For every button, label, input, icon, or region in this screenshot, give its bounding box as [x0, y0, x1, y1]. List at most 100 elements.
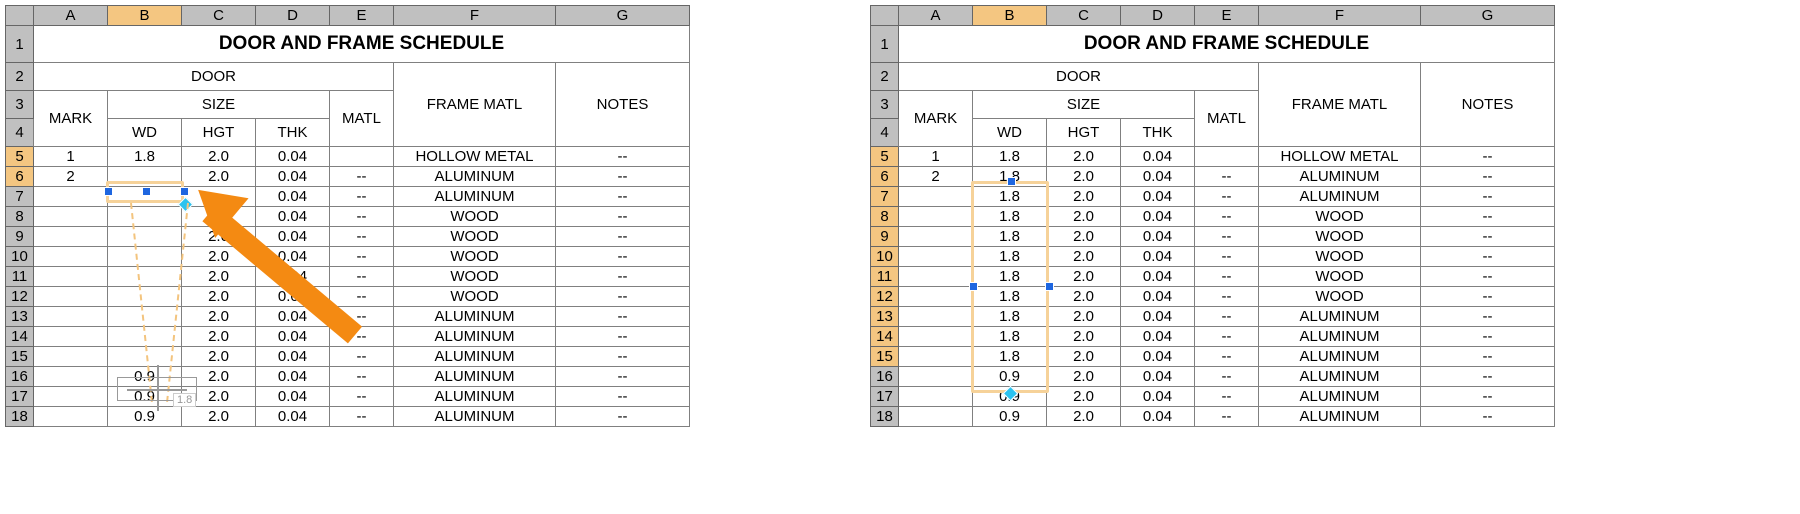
cell[interactable]: 2.0 [1047, 407, 1121, 427]
cell[interactable]: -- [1195, 207, 1259, 227]
cell[interactable]: 0.04 [256, 307, 330, 327]
cell[interactable]: 0.04 [1121, 247, 1195, 267]
cell[interactable]: 2.0 [182, 387, 256, 407]
cell[interactable]: 2.0 [1047, 227, 1121, 247]
row-header-1[interactable]: 1 [6, 26, 34, 63]
cell[interactable]: HOLLOW METAL [394, 147, 556, 167]
hgt-header[interactable]: HGT [1047, 119, 1121, 147]
cell[interactable]: 0.04 [256, 287, 330, 307]
row-header-9[interactable]: 9 [6, 227, 34, 247]
notes-header[interactable]: NOTES [556, 63, 690, 147]
matl-header[interactable]: MATL [1195, 91, 1259, 147]
cell[interactable]: 0.04 [256, 407, 330, 427]
col-header-B[interactable]: B [108, 6, 182, 26]
cell[interactable] [899, 187, 973, 207]
cell[interactable]: -- [1421, 287, 1555, 307]
col-header-A[interactable]: A [899, 6, 973, 26]
row-header-12[interactable]: 12 [6, 287, 34, 307]
cell[interactable]: WOOD [394, 207, 556, 227]
row-header-4[interactable]: 4 [871, 119, 899, 147]
cell[interactable]: 2 [34, 167, 108, 187]
col-header-E[interactable]: E [1195, 6, 1259, 26]
cell[interactable]: -- [1421, 247, 1555, 267]
row-header-5[interactable]: 5 [871, 147, 899, 167]
cell[interactable]: 0.04 [256, 347, 330, 367]
cell[interactable]: 2.0 [1047, 267, 1121, 287]
cell[interactable] [34, 267, 108, 287]
cell[interactable] [34, 307, 108, 327]
cell[interactable] [899, 227, 973, 247]
cell[interactable]: -- [1195, 227, 1259, 247]
col-header-D[interactable]: D [1121, 6, 1195, 26]
cell[interactable]: 0.04 [1121, 167, 1195, 187]
cell[interactable]: 0.9 [973, 387, 1047, 407]
cell[interactable] [34, 207, 108, 227]
cell[interactable]: -- [1421, 147, 1555, 167]
row-header-7[interactable]: 7 [6, 187, 34, 207]
cell[interactable]: 2.0 [182, 167, 256, 187]
cell[interactable]: ALUMINUM [1259, 187, 1421, 207]
cell[interactable]: 0.9 [108, 367, 182, 387]
cell[interactable]: 1.8 [108, 147, 182, 167]
cell[interactable]: ALUMINUM [1259, 407, 1421, 427]
cell[interactable]: 2.0 [1047, 247, 1121, 267]
grid-left[interactable]: A B C D E F G 1 DOOR AND FRAME SCHEDULE … [5, 5, 690, 427]
cell[interactable]: 2.0 [182, 367, 256, 387]
cell[interactable]: WOOD [394, 227, 556, 247]
cell[interactable]: 2.0 [182, 347, 256, 367]
row-header-13[interactable]: 13 [6, 307, 34, 327]
cell[interactable] [34, 367, 108, 387]
cell[interactable]: -- [330, 407, 394, 427]
cell[interactable]: 0.04 [1121, 307, 1195, 327]
cell[interactable]: 0.9 [108, 407, 182, 427]
cell[interactable]: 2.0 [182, 147, 256, 167]
cell[interactable]: 1.8 [973, 267, 1047, 287]
cell[interactable]: -- [1195, 167, 1259, 187]
cell[interactable]: 2.0 [182, 247, 256, 267]
cell[interactable]: 1.8 [973, 327, 1047, 347]
cell[interactable]: -- [330, 247, 394, 267]
cell[interactable]: 1 [899, 147, 973, 167]
row-header-10[interactable]: 10 [871, 247, 899, 267]
cell[interactable]: 0.9 [108, 387, 182, 407]
row-header-4[interactable]: 4 [6, 119, 34, 147]
thk-header[interactable]: THK [256, 119, 330, 147]
cell[interactable]: ALUMINUM [1259, 307, 1421, 327]
col-header-F[interactable]: F [1259, 6, 1421, 26]
col-header-A[interactable]: A [34, 6, 108, 26]
row-header-12[interactable]: 12 [871, 287, 899, 307]
cell[interactable]: ALUMINUM [394, 407, 556, 427]
cell[interactable]: -- [1421, 387, 1555, 407]
cell[interactable]: 1 [34, 147, 108, 167]
cell[interactable]: ALUMINUM [394, 367, 556, 387]
row-header-14[interactable]: 14 [871, 327, 899, 347]
cell[interactable]: 0.04 [256, 227, 330, 247]
cell[interactable] [899, 367, 973, 387]
cell[interactable]: 2.0 [182, 227, 256, 247]
cell[interactable]: 0.04 [1121, 267, 1195, 287]
cell[interactable]: -- [556, 387, 690, 407]
cell[interactable]: 2.0 [1047, 307, 1121, 327]
cell[interactable]: -- [556, 247, 690, 267]
cell[interactable]: -- [1421, 327, 1555, 347]
cell[interactable]: 2.0 [182, 207, 256, 227]
cell[interactable]: -- [556, 147, 690, 167]
row-header-16[interactable]: 16 [6, 367, 34, 387]
cell[interactable]: -- [556, 227, 690, 247]
row-header-2[interactable]: 2 [6, 63, 34, 91]
cell[interactable]: 0.04 [256, 247, 330, 267]
cell[interactable]: 0.04 [1121, 387, 1195, 407]
cell[interactable]: -- [1421, 207, 1555, 227]
cell[interactable] [34, 187, 108, 207]
cell[interactable]: -- [1421, 407, 1555, 427]
cell[interactable]: ALUMINUM [394, 347, 556, 367]
cell[interactable] [108, 327, 182, 347]
cell[interactable]: 1.8 [973, 247, 1047, 267]
cell[interactable]: ALUMINUM [394, 387, 556, 407]
door-header[interactable]: DOOR [34, 63, 394, 91]
cell[interactable] [1195, 147, 1259, 167]
row-header-8[interactable]: 8 [6, 207, 34, 227]
row-header-2[interactable]: 2 [871, 63, 899, 91]
cell[interactable]: 0.04 [1121, 147, 1195, 167]
cell[interactable]: -- [330, 167, 394, 187]
